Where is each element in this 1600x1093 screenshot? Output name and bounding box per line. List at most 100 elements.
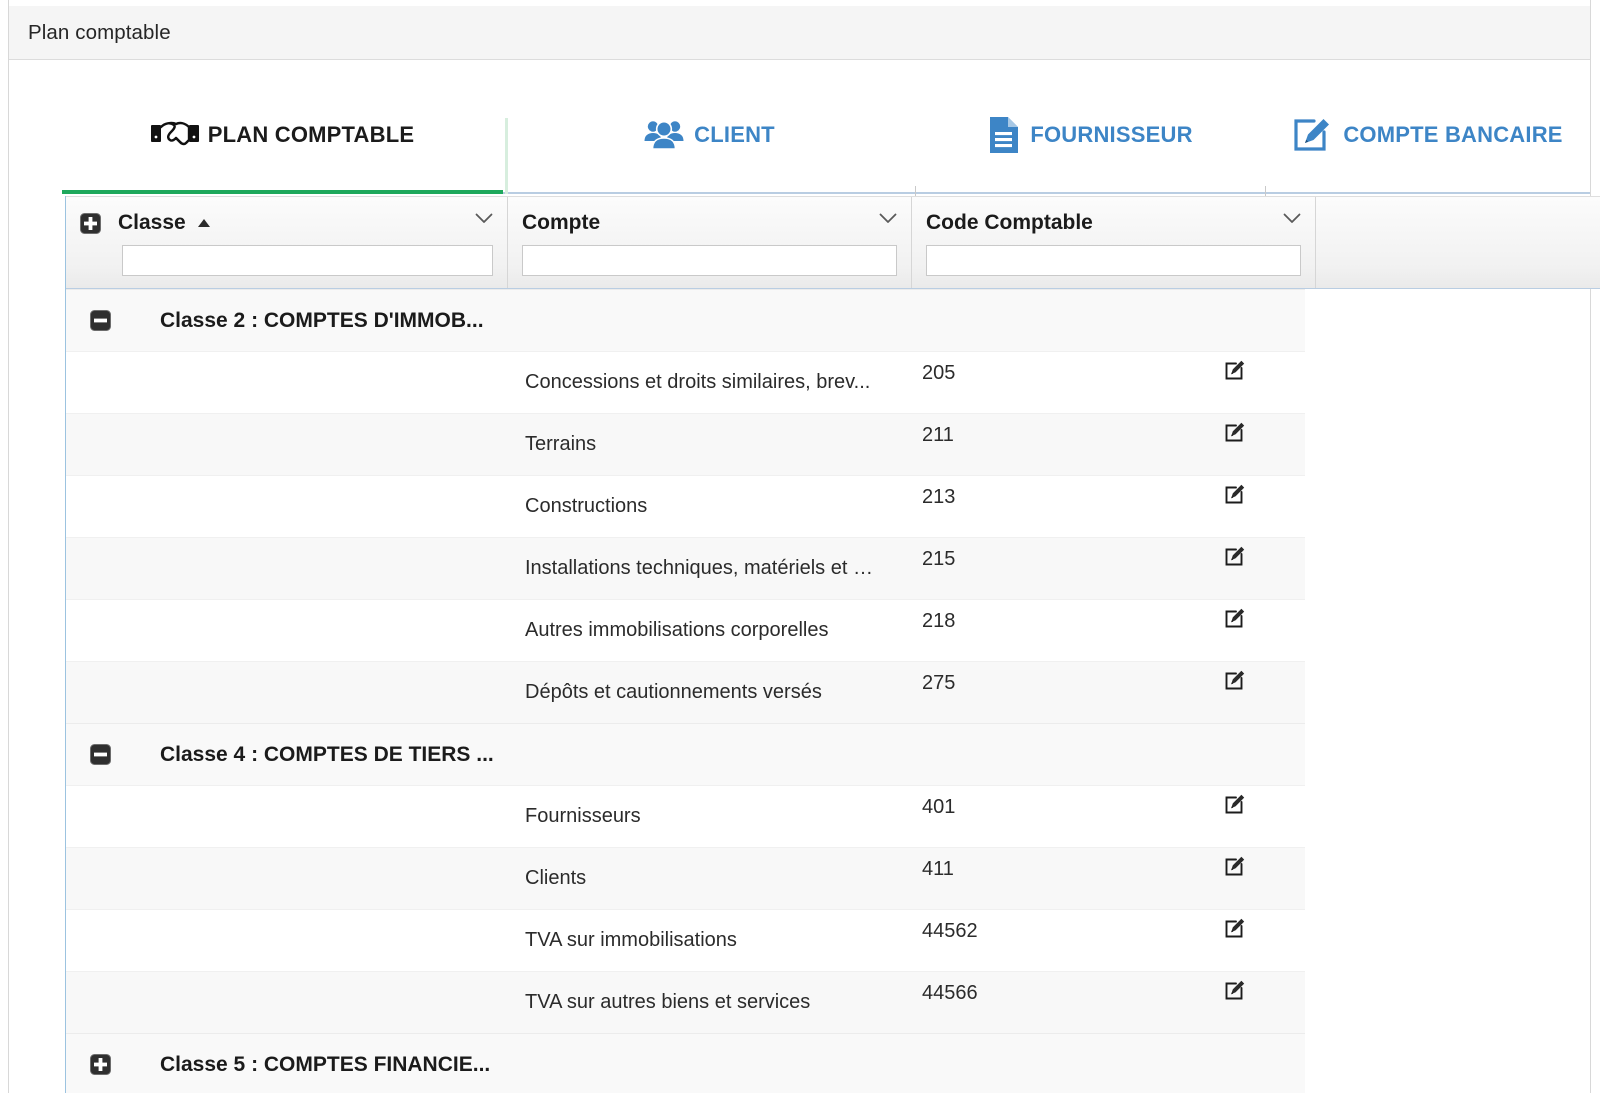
table-row[interactable]: TVA sur autres biens et services 44566 — [66, 971, 1305, 1033]
group-collapse-icon[interactable] — [76, 310, 124, 331]
grid-column-header-actions[interactable] — [1316, 197, 1599, 288]
cell-actions — [1208, 476, 1305, 537]
edit-icon[interactable] — [1223, 668, 1247, 692]
group-label: Classe 2 : COMPTES D'IMMOB... — [160, 308, 484, 332]
edit-icon[interactable] — [1223, 420, 1247, 444]
tab-fournisseur[interactable]: FOURNISSEUR — [915, 111, 1265, 193]
table-row[interactable]: Clients 411 — [66, 847, 1305, 909]
group-collapse-icon — [89, 310, 111, 331]
tab-label: CLIENT — [694, 122, 775, 147]
chevron-down-icon — [1283, 213, 1301, 223]
people-group-icon — [643, 118, 685, 152]
edit-icon — [1225, 670, 1245, 690]
column-menu-chevron-down-icon[interactable] — [879, 213, 897, 224]
handshake-icon — [150, 121, 199, 146]
table-row[interactable]: Constructions 213 — [66, 475, 1305, 537]
group-expand-icon[interactable] — [76, 1054, 124, 1075]
cell-actions — [1208, 786, 1305, 847]
cell-code-comptable: 401 — [922, 796, 956, 818]
group-label: Classe 5 : COMPTES FINANCIE... — [160, 1052, 491, 1076]
edit-icon — [1225, 360, 1245, 380]
filter-input-classe[interactable] — [122, 245, 493, 276]
edit-square-icon — [1292, 116, 1334, 154]
cell-code-comptable: 205 — [922, 362, 956, 384]
edit-icon — [1225, 980, 1245, 1000]
cell-compte: Terrains — [525, 433, 597, 455]
tab-label: FOURNISSEUR — [1030, 122, 1193, 147]
edit-icon[interactable] — [1223, 358, 1247, 382]
expand-all-icon — [80, 212, 101, 234]
cell-actions — [1208, 848, 1305, 909]
column-menu-chevron-down-icon[interactable] — [475, 213, 493, 224]
group-collapse-icon — [89, 744, 111, 765]
column-title-row: Classe — [66, 197, 507, 249]
edit-icon[interactable] — [1223, 482, 1247, 506]
cell-compte: Autres immobilisations corporelles — [525, 619, 829, 641]
edit-icon[interactable] — [1223, 916, 1247, 940]
column-title-row: Code Comptable — [912, 197, 1315, 249]
tab-plan-comptable[interactable]: PLAN COMPTABLE — [62, 111, 503, 193]
handshake-icon — [150, 118, 199, 152]
grid-column-header-classe[interactable]: Classe — [66, 197, 508, 288]
application-window: Plan comptable PLAN COMPTABLE CLIENT FOU… — [0, 0, 1600, 1093]
cell-classe — [66, 662, 508, 723]
edit-icon — [1225, 856, 1245, 876]
tab-compte-bancaire[interactable]: COMPTE BANCAIRE — [1265, 111, 1590, 193]
grid-header-row: Classe Compte Code Comptable — [66, 196, 1600, 289]
cell-classe — [66, 538, 508, 599]
column-title-row — [1316, 197, 1599, 249]
cell-classe — [66, 910, 508, 971]
column-title: Classe — [118, 211, 186, 234]
table-row[interactable]: Dépôts et cautionnements versés 275 — [66, 661, 1305, 723]
tab-divider-1 — [915, 186, 916, 196]
group-expand-icon — [89, 1054, 111, 1075]
cell-actions — [1208, 414, 1305, 475]
expand-all-icon[interactable] — [80, 212, 101, 234]
table-row[interactable]: Terrains 211 — [66, 413, 1305, 475]
cell-classe — [66, 476, 508, 537]
table-row[interactable]: Fournisseurs 401 — [66, 785, 1305, 847]
edit-icon — [1225, 794, 1245, 814]
cell-code-comptable: 275 — [922, 672, 956, 694]
document-icon — [990, 117, 1019, 153]
filter-input-compte[interactable] — [522, 245, 897, 276]
cell-actions — [1208, 352, 1305, 413]
tab-divider-2 — [1265, 186, 1266, 196]
table-row[interactable]: Installations techniques, matériels et …… — [66, 537, 1305, 599]
title-bar: Plan comptable — [9, 6, 1590, 60]
column-menu-chevron-down-icon[interactable] — [1283, 213, 1301, 224]
table-row[interactable]: Concessions et droits similaires, brev..… — [66, 351, 1305, 413]
people-group-icon — [644, 120, 684, 150]
edit-icon[interactable] — [1223, 854, 1247, 878]
grid-column-header-code-comptable[interactable]: Code Comptable — [912, 197, 1316, 288]
cell-classe — [66, 786, 508, 847]
column-title-row: Compte — [508, 197, 911, 249]
tab-client[interactable]: CLIENT — [503, 111, 915, 193]
chevron-down-icon — [475, 213, 493, 223]
edit-icon[interactable] — [1223, 978, 1247, 1002]
cell-actions — [1208, 600, 1305, 661]
edit-icon[interactable] — [1223, 792, 1247, 816]
page-title: Plan comptable — [28, 20, 171, 44]
filter-input-code-comptable[interactable] — [926, 245, 1301, 276]
edit-icon — [1225, 484, 1245, 504]
cell-actions — [1208, 538, 1305, 599]
tab-label: COMPTE BANCAIRE — [1343, 122, 1563, 147]
group-row[interactable]: Classe 5 : COMPTES FINANCIE... — [66, 1033, 1305, 1093]
table-row[interactable]: TVA sur immobilisations 44562 — [66, 909, 1305, 971]
sort-ascending-icon — [197, 218, 211, 228]
edit-square-icon — [1294, 119, 1330, 151]
edit-icon — [1225, 918, 1245, 938]
group-row[interactable]: Classe 4 : COMPTES DE TIERS ... — [66, 723, 1305, 785]
cell-code-comptable: 44562 — [922, 920, 978, 942]
edit-icon[interactable] — [1223, 544, 1247, 568]
cell-compte: Concessions et droits similaires, brev..… — [525, 371, 871, 393]
cell-code-comptable: 211 — [922, 424, 954, 446]
group-row[interactable]: Classe 2 : COMPTES D'IMMOB... — [66, 289, 1305, 351]
cell-code-comptable: 213 — [922, 486, 956, 508]
group-collapse-icon[interactable] — [76, 744, 124, 765]
edit-icon[interactable] — [1223, 606, 1247, 630]
table-row[interactable]: Autres immobilisations corporelles 218 — [66, 599, 1305, 661]
document-icon — [987, 115, 1021, 155]
grid-column-header-compte[interactable]: Compte — [508, 197, 912, 288]
